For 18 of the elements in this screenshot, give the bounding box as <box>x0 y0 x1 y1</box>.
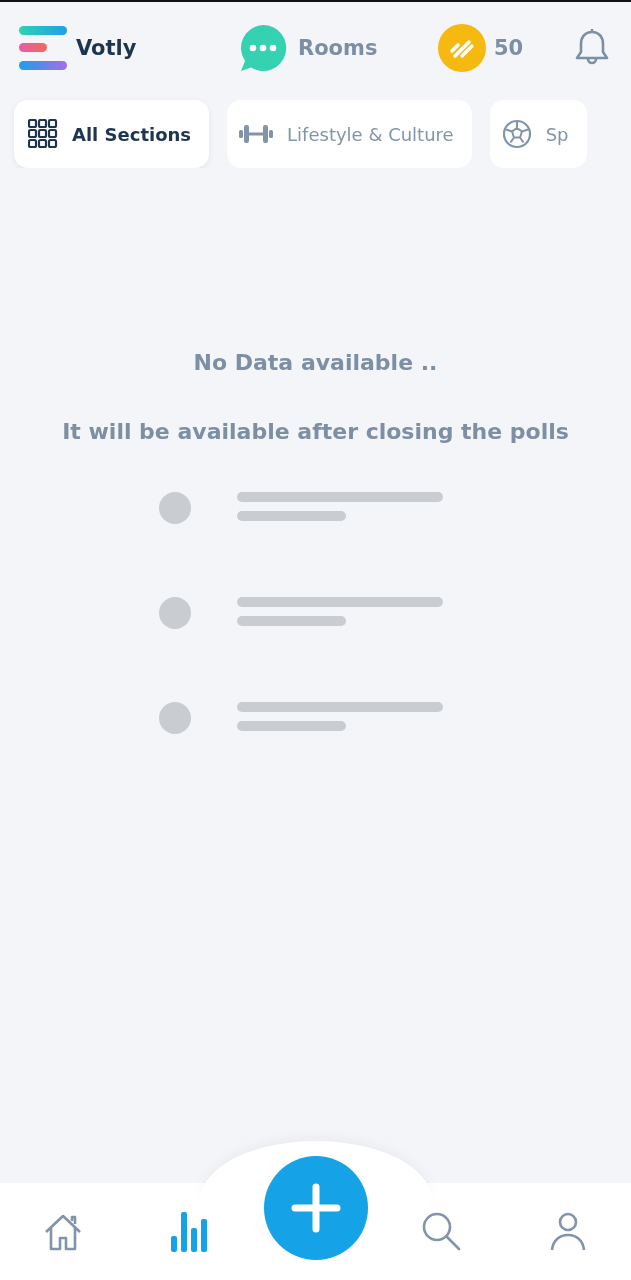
logo-icon <box>18 24 68 72</box>
rooms-button[interactable]: Rooms <box>238 24 438 72</box>
soccer-ball-icon <box>501 119 532 149</box>
empty-message: It will be available after closing the polls <box>62 419 569 444</box>
grid-icon <box>28 119 58 149</box>
section-tab[interactable]: Lifestyle & Culture <box>227 100 472 168</box>
coin-count: 50 <box>494 36 524 60</box>
bar-chart-icon[interactable] <box>171 1211 208 1252</box>
search-icon[interactable] <box>421 1211 462 1252</box>
empty-title: No Data available .. <box>193 350 438 375</box>
section-tab[interactable]: Sp <box>489 100 587 168</box>
plus-icon <box>290 1182 341 1233</box>
profile-icon[interactable] <box>549 1211 586 1252</box>
dumbbell-icon <box>239 123 274 145</box>
app-name: Votly <box>76 36 137 60</box>
chat-bubble-icon <box>238 24 288 72</box>
coin-icon <box>438 24 486 72</box>
section-tab[interactable]: All Sections <box>14 100 210 168</box>
